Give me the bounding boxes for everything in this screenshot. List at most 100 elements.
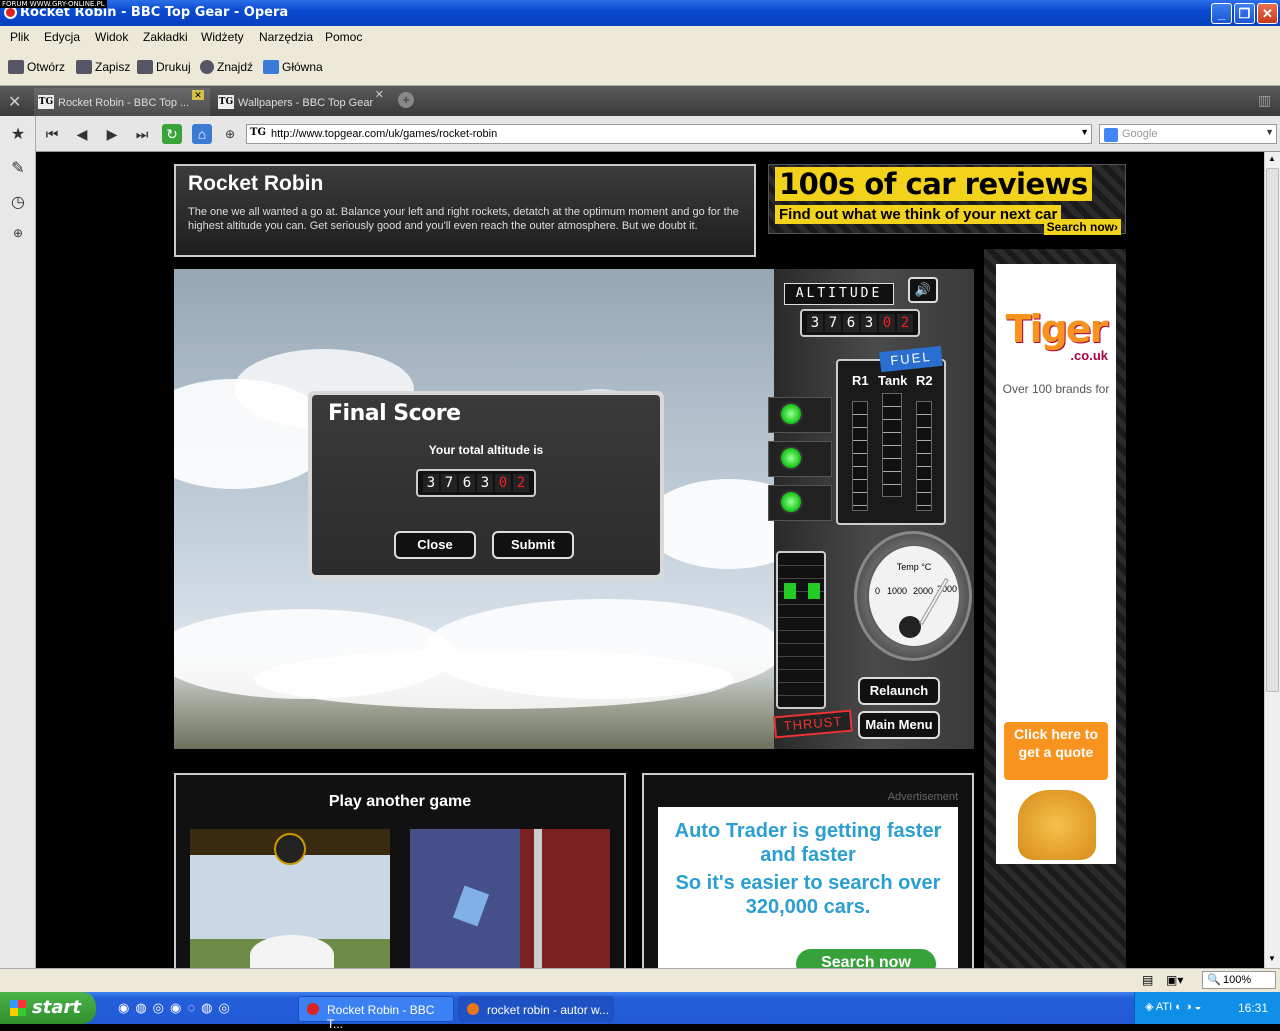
zoom-control[interactable]: 🔍 100%: [1202, 971, 1276, 989]
stage-light-3: [779, 490, 803, 514]
main-menu-button[interactable]: Main Menu: [858, 711, 940, 739]
print-button[interactable]: Drukuj: [137, 60, 191, 74]
page-title: Rocket Robin: [188, 172, 324, 195]
rewind-icon[interactable]: ⏮: [42, 124, 62, 144]
quick-launch-icons[interactable]: ◉◍◎◉◌◍◎: [118, 1000, 236, 1016]
start-button[interactable]: start: [0, 992, 96, 1024]
vertical-scrollbar[interactable]: ▲ ▼: [1264, 152, 1280, 968]
taskbar-item-opera[interactable]: Rocket Robin - BBC T...: [298, 996, 454, 1031]
add-panel-icon[interactable]: ⊕: [8, 226, 28, 246]
home-icon[interactable]: ⌂: [192, 124, 212, 144]
game-header: Rocket Robin The one we all wanted a go …: [174, 164, 756, 257]
new-tab-icon[interactable]: +: [398, 92, 414, 108]
search-field[interactable]: Google ▼: [1099, 124, 1277, 144]
game-area[interactable]: ALTITUDE 🔊 3 7 6 3 0 2 FUEL R1 Tank R2 T…: [174, 269, 974, 749]
dialog-subtitle: Your total altitude is: [428, 443, 544, 457]
banner-headline: 100s of car reviews: [775, 167, 1092, 201]
tiger-text: Over 100 brands for: [1002, 382, 1110, 396]
tray-icons[interactable]: ◈ ATI ◐ ◑ ◒: [1145, 1000, 1201, 1013]
menu-edit[interactable]: Edycja: [44, 30, 80, 44]
menu-tools[interactable]: Narzędzia: [259, 30, 313, 44]
address-field[interactable]: TG http://www.topgear.com/uk/games/rocke…: [246, 124, 1092, 144]
temperature-gauge: Temp °C 0 1000 2000 3000: [854, 531, 972, 661]
find-button[interactable]: Znajdź: [200, 60, 253, 74]
zoom-icon: 🔍: [1207, 974, 1221, 986]
magnifier-icon: [200, 60, 214, 74]
tools-icon[interactable]: ✕: [8, 92, 21, 112]
game-thumbnail-plane[interactable]: [190, 829, 390, 968]
tiger-ad[interactable]: Tiger .co.uk Over 100 brands for Click h…: [996, 264, 1116, 864]
add-bookmark-icon[interactable]: ⊕: [220, 124, 240, 144]
tab-close-icon[interactable]: ✕: [375, 88, 384, 101]
reload-icon[interactable]: ↻: [162, 124, 182, 144]
dialog-title: Final Score: [328, 401, 461, 426]
dropdown-arrow-icon[interactable]: ▼: [1080, 127, 1089, 137]
minimize-button[interactable]: _: [1211, 3, 1232, 24]
game-description: The one we all wanted a go at. Balance y…: [188, 206, 739, 232]
tab-wallpapers[interactable]: TG Wallpapers - BBC Top Gear ✕: [214, 88, 390, 116]
advertisement-box: Advertisement Auto Trader is getting fas…: [642, 773, 974, 968]
page-content: Rocket Robin The one we all wanted a go …: [36, 152, 1264, 968]
dropdown-arrow-icon[interactable]: ▼: [1265, 127, 1274, 137]
menu-widgets[interactable]: Widżety: [201, 30, 244, 44]
forward-icon[interactable]: ▶: [102, 124, 122, 144]
scroll-up-icon[interactable]: ▲: [1268, 154, 1276, 163]
taskbar-item-firefox[interactable]: rocket robin - autor w...: [458, 996, 614, 1022]
fuel-gauges: R1 Tank R2: [836, 359, 946, 525]
altitude-counter: 3 7 6 3 0 2: [800, 309, 920, 337]
forum-watermark: FORUM WWW.GRY-ONLINE.PL: [0, 0, 107, 8]
banner-cta[interactable]: Search now›: [1043, 219, 1121, 235]
back-icon[interactable]: ◀: [72, 124, 92, 144]
final-altitude-counter: 3 7 6 3 0 2: [416, 469, 536, 497]
relaunch-button[interactable]: Relaunch: [858, 677, 940, 705]
search-now-button[interactable]: Search now: [796, 949, 936, 968]
menu-help[interactable]: Pomoc: [325, 30, 362, 44]
close-window-button[interactable]: ✕: [1257, 3, 1278, 24]
thrust-label: THRUST: [773, 709, 853, 739]
view-options-icon[interactable]: ▣▾: [1166, 973, 1183, 987]
stage-light-2: [779, 446, 803, 470]
history-clock-icon[interactable]: ◷: [8, 192, 28, 212]
menu-view[interactable]: Widok: [95, 30, 128, 44]
scroll-thumb[interactable]: [1266, 168, 1279, 692]
bookmarks-star-icon[interactable]: ★: [8, 124, 28, 144]
topgear-favicon-icon: TG: [38, 95, 54, 109]
submit-button[interactable]: Submit: [492, 531, 574, 559]
open-button[interactable]: Otwórz: [8, 60, 65, 74]
home-button[interactable]: Główna: [263, 60, 323, 74]
tab-rocket-robin[interactable]: TG Rocket Robin - BBC Top ... ✕: [34, 88, 210, 116]
scroll-down-icon[interactable]: ▼: [1268, 954, 1276, 963]
autotrader-ad[interactable]: Auto Trader is getting faster and faster…: [658, 807, 958, 968]
opera-icon: [307, 1003, 319, 1015]
url-text: http://www.topgear.com/uk/games/rocket-r…: [271, 128, 498, 140]
widgets-icon[interactable]: ✎: [8, 158, 28, 178]
trash-icon[interactable]: ▥: [1258, 92, 1271, 109]
game-thumbnail-office[interactable]: [410, 829, 610, 968]
menu-bar: Plik Edycja Widok Zakładki Widżety Narzę…: [0, 26, 1280, 50]
sound-icon[interactable]: 🔊: [908, 277, 938, 303]
page-info-icon[interactable]: ▤: [1142, 973, 1153, 987]
windows-logo-icon: [10, 1000, 26, 1016]
tab-bar: ✕ TG Rocket Robin - BBC Top ... ✕ TG Wal…: [0, 86, 1280, 116]
menu-bookmarks[interactable]: Zakładki: [143, 30, 188, 44]
play-another-game: Play another game: [174, 773, 626, 968]
printer-icon: [137, 60, 153, 74]
close-button[interactable]: Close: [394, 531, 476, 559]
instrument-panel: ALTITUDE 🔊 3 7 6 3 0 2 FUEL R1 Tank R2 T…: [768, 269, 974, 749]
save-button[interactable]: Zapisz: [76, 60, 130, 74]
folder-icon: [8, 60, 24, 74]
advertisement-label: Advertisement: [887, 791, 958, 803]
window-titlebar: Rocket Robin - BBC Top Gear - Opera _ ❐ …: [0, 0, 1280, 26]
fast-forward-icon[interactable]: ⏭: [132, 124, 152, 144]
topgear-favicon-icon: TG: [218, 95, 234, 109]
get-quote-button[interactable]: Click here to get a quote: [1004, 722, 1108, 780]
thrust-meter: [776, 551, 826, 709]
tiger-logo: Tiger: [1005, 307, 1109, 351]
tab-close-icon[interactable]: ✕: [192, 90, 204, 100]
car-reviews-banner[interactable]: 100s of car reviews Find out what we thi…: [768, 164, 1126, 235]
address-toolbar: ⏮ ◀ ▶ ⏭ ↻ ⌂ ⊕ TG http://www.topgear.com/…: [36, 116, 1280, 152]
menu-file[interactable]: Plik: [10, 30, 29, 44]
system-tray: ◈ ATI ◐ ◑ ◒ 16:31: [1134, 992, 1280, 1024]
restore-button[interactable]: ❐: [1234, 3, 1255, 24]
google-icon: [1104, 128, 1118, 142]
